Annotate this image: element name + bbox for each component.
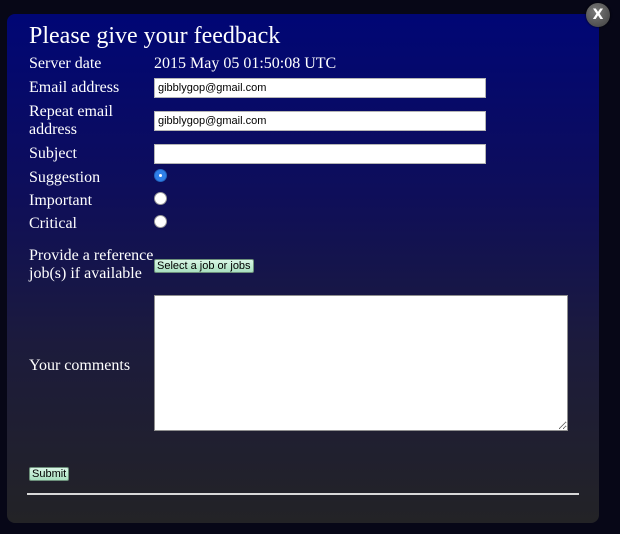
comments-label: Your comments xyxy=(29,356,131,374)
suggestion-radio[interactable] xyxy=(154,168,167,182)
server-date-label: Server date xyxy=(29,55,102,72)
dialog-title: Please give your feedback xyxy=(29,23,281,49)
repeat-email-field[interactable] xyxy=(154,111,486,131)
important-radio[interactable] xyxy=(154,191,167,205)
select-job-button[interactable]: Select a job or jobs xyxy=(154,259,254,273)
subject-label: Subject xyxy=(29,145,77,162)
submit-button[interactable]: Submit xyxy=(29,467,70,481)
email-label: Email address xyxy=(29,79,120,96)
subject-field[interactable] xyxy=(154,144,486,164)
suggestion-label: Suggestion xyxy=(29,168,101,186)
repeat-email-label: Repeat email address xyxy=(29,103,113,138)
feedback-form: Server date 2015 May 05 01:50:08 UTC Ema… xyxy=(29,52,568,436)
close-icon: X xyxy=(592,7,604,23)
feedback-dialog: Please give your feedback Server date 20… xyxy=(7,14,599,523)
divider xyxy=(27,493,579,495)
critical-label: Critical xyxy=(29,214,77,232)
critical-radio[interactable] xyxy=(154,214,167,228)
close-button[interactable]: X xyxy=(586,3,610,27)
email-field[interactable] xyxy=(154,78,486,98)
comments-textarea[interactable] xyxy=(154,295,568,431)
server-date-value: 2015 May 05 01:50:08 UTC xyxy=(154,55,337,72)
reference-label: Provide a reference job(s) if available xyxy=(29,247,154,282)
important-label: Important xyxy=(29,191,93,209)
